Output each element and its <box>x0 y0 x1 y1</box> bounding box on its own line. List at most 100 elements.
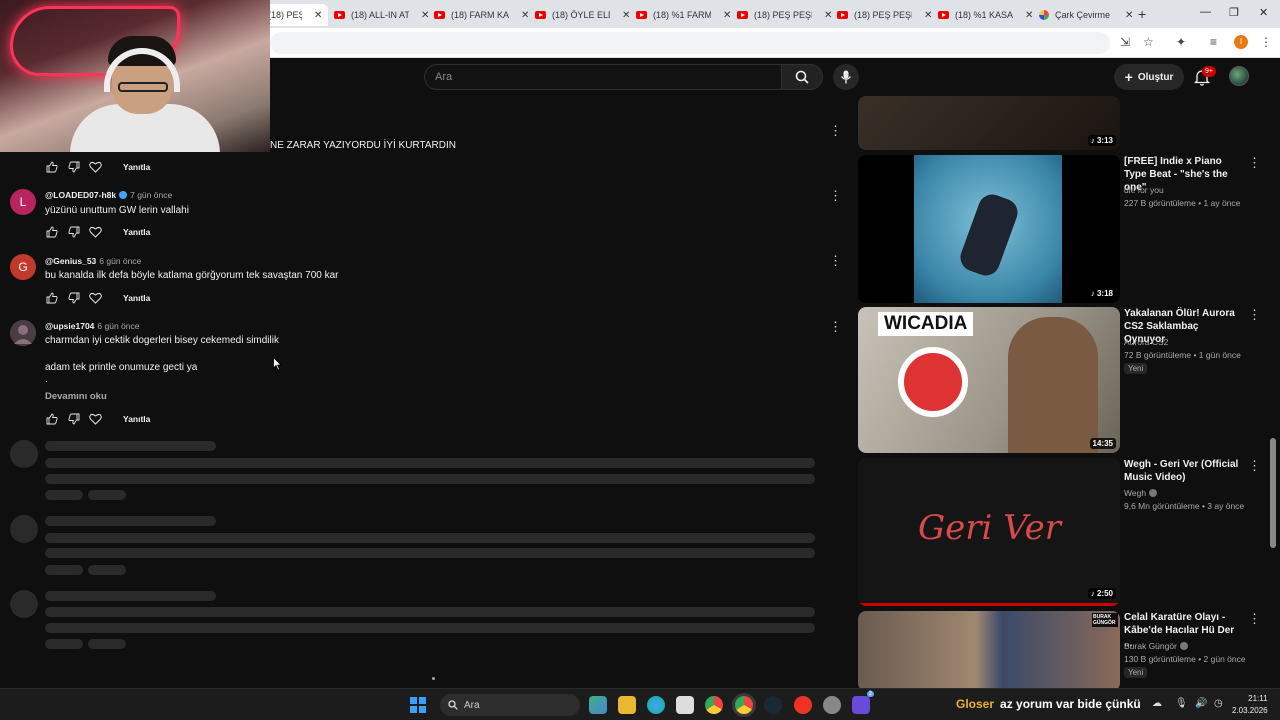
close-window-button[interactable]: ✕ <box>1259 6 1268 19</box>
browser-tab[interactable]: (18) ALL-IN AT ✕ <box>328 4 435 26</box>
url-field[interactable] <box>270 32 1110 54</box>
file-explorer-icon[interactable] <box>618 696 636 714</box>
taskbar-search[interactable]: Ara <box>440 694 580 716</box>
widgets-icon[interactable] <box>589 696 607 714</box>
comment-author[interactable]: @Genius_53 <box>45 256 96 266</box>
voice-search-button[interactable] <box>833 64 859 90</box>
clock-time: 21:11 <box>1248 694 1268 703</box>
maximize-button[interactable]: ❐ <box>1229 6 1239 19</box>
video-thumbnail[interactable]: Geri Ver ♪ 2:50 <box>858 458 1120 606</box>
windows-taskbar: Ara 2 Gloser az yorum var bide çünkü ☁ 🎙 … <box>0 688 1280 720</box>
new-tab-button[interactable]: + <box>1138 6 1146 22</box>
media-control-icon[interactable]: ≡ <box>1210 35 1217 49</box>
close-icon[interactable]: ✕ <box>1125 10 1133 21</box>
ticker-message: az yorum var bide çünkü <box>1000 697 1141 711</box>
tab-title: (18) ÖYLE ELDE <box>552 10 610 20</box>
comment-menu-icon[interactable]: ⋮ <box>829 124 842 137</box>
avatar[interactable]: G <box>10 254 36 280</box>
network-icon[interactable]: ◷ <box>1214 698 1223 709</box>
extensions-icon[interactable]: ✦ <box>1176 35 1186 49</box>
search-icon <box>448 700 458 710</box>
edge-browser-icon[interactable] <box>647 696 665 714</box>
reply-button[interactable]: Yanıtla <box>123 293 150 303</box>
video-menu-icon[interactable]: ⋮ <box>1248 155 1261 171</box>
microphone-icon[interactable]: 🎙 <box>1175 698 1188 709</box>
video-menu-icon[interactable]: ⋮ <box>1248 307 1261 323</box>
browser-tab[interactable]: (18) FARM KAS ✕ <box>428 4 535 26</box>
reply-button[interactable]: Yanıtla <box>123 162 150 172</box>
browser-tab[interactable]: (18) %1 FARMI ✕ <box>630 4 737 26</box>
browser-tab[interactable]: (18) ÖYLE ELDE ✕ <box>529 4 636 26</box>
volume-icon[interactable]: 🔊 <box>1195 698 1207 709</box>
browser-tab[interactable]: (18) PEŞ PEŞE ✕ <box>831 4 938 26</box>
dislike-icon[interactable] <box>67 225 80 238</box>
browser-tab[interactable]: (18) PEŞ PEŞE ✕ <box>731 4 838 26</box>
like-icon[interactable] <box>45 160 58 173</box>
read-more-button[interactable]: Devamını oku <box>45 391 107 402</box>
comment-menu-icon[interactable]: ⋮ <box>829 254 842 267</box>
browser-tab[interactable]: Çark Çevirme ✕ <box>1033 4 1139 26</box>
video-thumbnail[interactable]: ♪ 3:13 <box>858 96 1120 150</box>
teams-icon[interactable]: 2 <box>852 691 874 714</box>
chrome-active-icon[interactable] <box>735 696 753 714</box>
comment-time[interactable]: 6 gün önce <box>97 321 139 331</box>
channel-name[interactable]: Aurora CS2 <box>1124 337 1168 347</box>
comment-author[interactable]: @LOADED07-h8k <box>45 190 116 200</box>
like-icon[interactable] <box>45 291 58 304</box>
search-input[interactable] <box>425 65 781 89</box>
profile-avatar[interactable]: I <box>1234 35 1248 49</box>
browser-tab[interactable]: (18) %1 KASAL ✕ <box>932 4 1039 26</box>
channel-name[interactable]: Burak Güngör <box>1124 641 1188 651</box>
comment-time[interactable]: 6 gün önce <box>99 256 141 266</box>
heart-icon[interactable] <box>89 160 102 173</box>
avatar[interactable]: L <box>10 189 36 215</box>
duration-badge: ♪ 2:50 <box>1087 588 1116 599</box>
store-icon[interactable] <box>676 696 694 714</box>
close-icon[interactable]: ✕ <box>314 10 322 21</box>
channel-name[interactable]: Wegh <box>1124 488 1158 498</box>
dislike-icon[interactable] <box>67 160 80 173</box>
like-icon[interactable] <box>45 225 58 238</box>
app-badge: 2 <box>866 691 874 697</box>
bookmark-star-icon[interactable]: ☆ <box>1143 35 1154 49</box>
video-thumbnail[interactable]: WICADIA 14:35 <box>858 307 1120 453</box>
menu-icon[interactable]: ⋮ <box>1260 35 1272 49</box>
youtube-icon <box>636 11 647 19</box>
settings-app-icon[interactable] <box>823 696 841 714</box>
install-icon[interactable]: ⇲ <box>1120 35 1130 49</box>
like-icon[interactable] <box>45 412 58 425</box>
comment-menu-icon[interactable]: ⋮ <box>829 320 842 333</box>
comment-author[interactable]: @upsie1704 <box>45 321 94 331</box>
heart-icon[interactable] <box>89 291 102 304</box>
user-avatar[interactable] <box>1229 66 1249 86</box>
reply-button[interactable]: Yanıtla <box>123 227 150 237</box>
microphone-icon <box>840 70 852 84</box>
browser-tab[interactable]: (18) PEŞ PEŞE ✕ <box>262 4 329 26</box>
dislike-icon[interactable] <box>67 412 80 425</box>
video-menu-icon[interactable]: ⋮ <box>1248 458 1261 474</box>
video-thumbnail[interactable]: BURAK GÜNGÖR <box>858 611 1120 688</box>
comment-menu-icon[interactable]: ⋮ <box>829 189 842 202</box>
comment-time[interactable]: 7 gün önce <box>130 190 172 200</box>
system-clock[interactable]: 21:11 2.03.2026 <box>1232 693 1268 717</box>
cloud-icon[interactable]: ☁ <box>1152 698 1162 709</box>
page-scrollbar[interactable] <box>1270 438 1276 548</box>
steam-icon[interactable] <box>764 696 782 714</box>
video-thumbnail[interactable]: ♪ 3:18 <box>858 155 1120 303</box>
heart-icon[interactable] <box>89 225 102 238</box>
dislike-icon[interactable] <box>67 291 80 304</box>
search-button[interactable] <box>781 64 823 90</box>
heart-icon[interactable] <box>89 412 102 425</box>
chrome-icon[interactable] <box>705 696 723 714</box>
avatar[interactable] <box>10 320 36 346</box>
reply-button[interactable]: Yanıtla <box>123 414 150 424</box>
minimize-button[interactable]: — <box>1200 6 1211 18</box>
opera-icon[interactable] <box>794 696 812 714</box>
youtube-icon <box>434 11 445 19</box>
video-title[interactable]: Wegh - Geri Ver (Official Music Video) <box>1124 458 1242 484</box>
tab-title: (18) %1 FARMI <box>653 10 711 20</box>
create-button[interactable]: + Oluştur <box>1114 64 1184 90</box>
video-menu-icon[interactable]: ⋮ <box>1248 611 1261 627</box>
windows-start-icon[interactable] <box>410 697 426 713</box>
channel-name[interactable]: die for you <box>1124 185 1164 195</box>
